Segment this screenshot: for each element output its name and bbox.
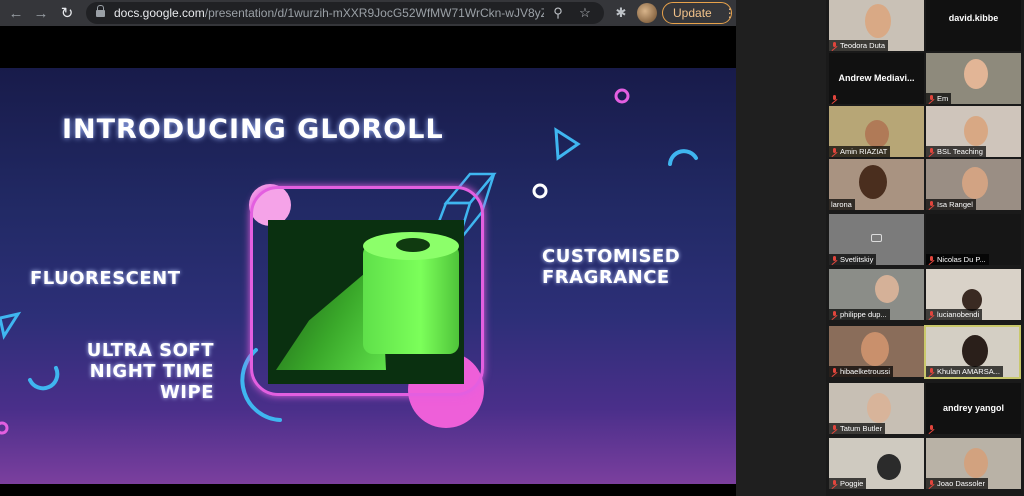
muted-mic-icon: [928, 255, 935, 264]
bookmark-star-icon[interactable]: ☆: [575, 2, 595, 24]
participant-tile[interactable]: Isa Rangel: [926, 159, 1021, 210]
participant-tile[interactable]: hibaelketroussi: [829, 326, 924, 377]
white-ring-shape: [532, 183, 548, 199]
muted-mic-icon: [831, 310, 838, 319]
muted-mic-icon: [831, 147, 838, 156]
feature-fragrance: CUSTOMISED FRAGRANCE: [542, 246, 681, 288]
url-text: docs.google.com/presentation/d/1wurzih-m…: [114, 6, 544, 20]
glowing-toilet-roll-image: [268, 220, 464, 384]
participant-tile[interactable]: philippe dup...: [829, 269, 924, 320]
muted-mic-icon: [831, 255, 838, 264]
update-label: Update: [673, 6, 712, 20]
browser-toolbar: ← → ↻ docs.google.com/presentation/d/1wu…: [0, 0, 736, 26]
participant-tile[interactable]: Poggie: [829, 438, 924, 489]
participant-tile[interactable]: Svetlitskiy: [829, 214, 924, 265]
participant-tile[interactable]: lucianobendi: [926, 269, 1021, 320]
participant-tile-active-speaker[interactable]: Khulan AMARSA...: [924, 325, 1021, 379]
muted-mic-icon: [831, 41, 838, 50]
participant-tile[interactable]: andrey yangol: [926, 383, 1021, 434]
participant-tile[interactable]: Teodora Duta: [829, 0, 924, 51]
participant-tile[interactable]: Joao Dassoler: [926, 438, 1021, 489]
muted-mic-icon: [831, 479, 838, 488]
back-arrow-icon[interactable]: ←: [4, 0, 28, 26]
muted-mic-icon: [928, 94, 935, 103]
muted-mic-icon: [928, 147, 935, 156]
update-button[interactable]: Update ⋮: [662, 2, 736, 24]
cyan-triangle-shape: [554, 127, 581, 161]
participants-panel: Teodora Duta david.kibbe Andrew Mediavi.…: [736, 0, 1024, 496]
zoom-icon[interactable]: ⚲: [548, 2, 568, 24]
forward-arrow-icon[interactable]: →: [29, 0, 53, 26]
camera-off-icon: [871, 234, 882, 242]
cyan-left-triangle-shape: [0, 311, 22, 340]
profile-avatar[interactable]: [637, 3, 657, 23]
reload-icon[interactable]: ↻: [55, 0, 79, 26]
cyan-arc-shape: [668, 149, 698, 166]
participant-tile[interactable]: BSL Teaching: [926, 106, 1021, 157]
participant-tile[interactable]: Nicolas Du P...: [926, 214, 1021, 265]
muted-mic-icon: [928, 310, 935, 319]
muted-mic-icon: [928, 479, 935, 488]
slide: INTRODUCING GLOROLL FLUORESCENT ULTRA SO…: [0, 68, 736, 484]
extensions-puzzle-icon[interactable]: ✱: [610, 2, 632, 24]
participant-tile[interactable]: Tatum Butler: [829, 383, 924, 434]
muted-mic-icon: [831, 367, 838, 376]
panel-margin: [736, 0, 826, 496]
more-menu-icon[interactable]: ⋮: [724, 6, 736, 20]
muted-mic-icon: [831, 424, 838, 433]
feature-ultra-soft: ULTRA SOFT NIGHT TIME WIPE: [86, 340, 214, 403]
participant-tile[interactable]: Amin RIAZIAT: [829, 106, 924, 157]
participant-tile[interactable]: david.kibbe: [926, 0, 1021, 51]
pink-ring-shape: [614, 88, 630, 104]
muted-mic-icon: [928, 424, 935, 433]
participant-tile[interactable]: larona: [829, 159, 924, 210]
cyan-left-arc-shape: [28, 366, 60, 391]
slide-title: INTRODUCING GLOROLL: [62, 114, 444, 145]
lock-icon: [96, 4, 105, 18]
feature-fluorescent: FLUORESCENT: [30, 268, 181, 289]
participant-tile[interactable]: Andrew Mediavi...: [829, 53, 924, 104]
address-bar[interactable]: docs.google.com/presentation/d/1wurzih-m…: [86, 2, 604, 24]
muted-mic-icon: [831, 94, 838, 103]
muted-mic-icon: [928, 200, 935, 209]
participant-tile[interactable]: Em: [926, 53, 1021, 104]
muted-mic-icon: [928, 367, 935, 376]
